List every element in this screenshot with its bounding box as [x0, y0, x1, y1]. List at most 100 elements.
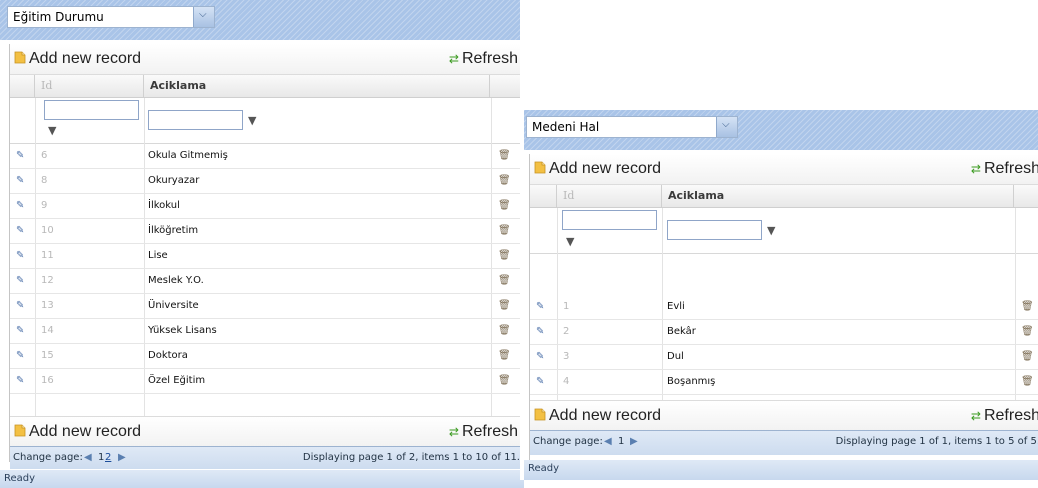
- education-grid: Add new record ⇄ Refresh Id Aciklama ▼ ▼ …: [9, 44, 524, 469]
- filter-icon[interactable]: ▼: [48, 124, 56, 137]
- command-bar-top: Add new record ⇄ Refresh: [530, 154, 1038, 185]
- prev-page-icon[interactable]: ◀: [604, 431, 612, 453]
- table-row: ✎ 3 Dul 🗑: [530, 344, 1038, 370]
- pencil-icon[interactable]: ✎: [16, 268, 24, 293]
- dropdown-value: Eğitim Durumu: [13, 10, 104, 24]
- trash-icon[interactable]: 🗑: [1021, 294, 1034, 319]
- chevron-down-icon[interactable]: ⌵: [716, 117, 737, 137]
- page-1-link[interactable]: 1: [98, 447, 104, 469]
- document-add-icon: [534, 408, 546, 421]
- filter-icon[interactable]: ▼: [767, 224, 775, 237]
- pencil-icon[interactable]: ✎: [536, 319, 544, 344]
- row-aciklama: Üniversite: [148, 300, 199, 311]
- pencil-icon[interactable]: ✎: [16, 143, 24, 168]
- filter-icon[interactable]: ▼: [566, 235, 574, 248]
- id-filter-input[interactable]: [562, 210, 657, 230]
- table-row: ✎ 1 Evli 🗑: [530, 294, 1038, 320]
- pencil-icon[interactable]: ✎: [16, 293, 24, 318]
- refresh-button[interactable]: ⇄ Refresh: [971, 407, 1038, 425]
- pencil-icon[interactable]: ✎: [16, 368, 24, 393]
- trash-icon[interactable]: 🗑: [498, 168, 511, 193]
- row-aciklama: Yüksek Lisans: [148, 325, 217, 336]
- header-id[interactable]: Id: [35, 75, 144, 97]
- row-aciklama: Okula Gitmemiş: [148, 150, 228, 161]
- marital-panel: Medeni Hal ⌵ Add new record ⇄ Refresh Id …: [524, 110, 1038, 480]
- pencil-icon[interactable]: ✎: [16, 318, 24, 343]
- trash-icon[interactable]: 🗑: [1021, 344, 1034, 369]
- add-new-record-button[interactable]: Add new record: [14, 423, 141, 441]
- trash-icon[interactable]: 🗑: [498, 218, 511, 243]
- dropdown-value: Medeni Hal: [532, 120, 600, 134]
- pencil-icon[interactable]: ✎: [16, 218, 24, 243]
- next-page-icon[interactable]: ▶: [630, 431, 638, 453]
- pager: Change page: ◀ 1 2 ▶ Displaying page 1 o…: [10, 446, 524, 469]
- trash-icon[interactable]: 🗑: [498, 343, 511, 368]
- pager-info: Displaying page 1 of 2, items 1 to 10 of…: [302, 452, 520, 463]
- trash-icon[interactable]: 🗑: [1021, 369, 1034, 394]
- education-panel: Eğitim Durumu ⌵ Add new record ⇄ Refresh …: [0, 0, 524, 488]
- next-page-icon[interactable]: ▶: [118, 447, 126, 469]
- command-bar-bottom: Add new record ⇄ Refresh: [10, 416, 524, 448]
- add-new-record-button[interactable]: Add new record: [534, 407, 661, 425]
- pencil-icon[interactable]: ✎: [16, 168, 24, 193]
- refresh-button[interactable]: ⇄ Refresh: [971, 160, 1038, 178]
- table-row: ✎ 13 Üniversite 🗑: [10, 293, 524, 319]
- refresh-icon: ⇄: [448, 425, 459, 439]
- header-edit-col: [530, 185, 557, 207]
- filter-row: ▼ ▼: [530, 208, 1038, 254]
- trash-icon[interactable]: 🗑: [498, 268, 511, 293]
- trash-icon[interactable]: 🗑: [1021, 319, 1034, 344]
- pencil-icon[interactable]: ✎: [536, 369, 544, 394]
- refresh-button[interactable]: ⇄ Refresh: [449, 50, 518, 68]
- filter-icon[interactable]: ▼: [248, 114, 256, 127]
- trash-icon[interactable]: 🗑: [498, 243, 511, 268]
- row-aciklama: Meslek Y.O.: [148, 275, 204, 286]
- table-row: ✎ 15 Doktora 🗑: [10, 343, 524, 369]
- add-label: Add new record: [549, 407, 662, 424]
- status-bar: Ready: [0, 470, 524, 488]
- pencil-icon[interactable]: ✎: [536, 294, 544, 319]
- row-aciklama: Doktora: [148, 350, 188, 361]
- refresh-label: Refresh: [983, 407, 1038, 424]
- pencil-icon[interactable]: ✎: [536, 344, 544, 369]
- chevron-down-icon[interactable]: ⌵: [193, 7, 214, 27]
- trash-icon[interactable]: 🗑: [498, 293, 511, 318]
- header-id[interactable]: Id: [557, 185, 662, 207]
- document-add-icon: [14, 51, 26, 64]
- page-2-link[interactable]: 2: [105, 447, 111, 469]
- table-row: ✎ 14 Yüksek Lisans 🗑: [10, 318, 524, 344]
- row-id: 3: [563, 351, 570, 362]
- row-id: 9: [41, 200, 48, 211]
- table-row: ✎ 11 Lise 🗑: [10, 243, 524, 269]
- row-id: 2: [563, 326, 570, 337]
- grid-header: Id Aciklama: [10, 75, 524, 98]
- pencil-icon[interactable]: ✎: [16, 343, 24, 368]
- aciklama-filter-input[interactable]: [148, 110, 243, 130]
- refresh-icon: ⇄: [448, 52, 459, 66]
- add-new-record-button[interactable]: Add new record: [534, 160, 661, 178]
- prev-page-icon[interactable]: ◀: [84, 447, 92, 469]
- education-dropdown[interactable]: Eğitim Durumu ⌵: [7, 6, 215, 28]
- document-add-icon: [14, 424, 26, 437]
- id-filter-input[interactable]: [44, 100, 139, 120]
- row-id: 6: [41, 150, 48, 161]
- change-page-label: Change page:: [533, 436, 603, 447]
- pencil-icon[interactable]: ✎: [16, 243, 24, 268]
- trash-icon[interactable]: 🗑: [498, 143, 511, 168]
- header-aciklama[interactable]: Aciklama: [662, 185, 1014, 207]
- refresh-button[interactable]: ⇄ Refresh: [449, 423, 518, 441]
- aciklama-filter-input[interactable]: [667, 220, 762, 240]
- marital-grid: Add new record ⇄ Refresh Id Aciklama ▼ ▼ …: [529, 154, 1038, 460]
- trash-icon[interactable]: 🗑: [498, 193, 511, 218]
- trash-icon[interactable]: 🗑: [498, 368, 511, 393]
- add-new-record-button[interactable]: Add new record: [14, 50, 141, 68]
- page-1-link[interactable]: 1: [618, 431, 624, 453]
- command-bar-top: Add new record ⇄ Refresh: [10, 44, 524, 75]
- change-page-label: Change page:: [13, 452, 83, 463]
- trash-icon[interactable]: 🗑: [498, 318, 511, 343]
- marital-dropdown[interactable]: Medeni Hal ⌵: [526, 116, 738, 138]
- header-aciklama[interactable]: Aciklama: [144, 75, 490, 97]
- pencil-icon[interactable]: ✎: [16, 193, 24, 218]
- document-add-icon: [534, 161, 546, 174]
- table-row: ✎ 4 Boşanmış 🗑: [530, 369, 1038, 395]
